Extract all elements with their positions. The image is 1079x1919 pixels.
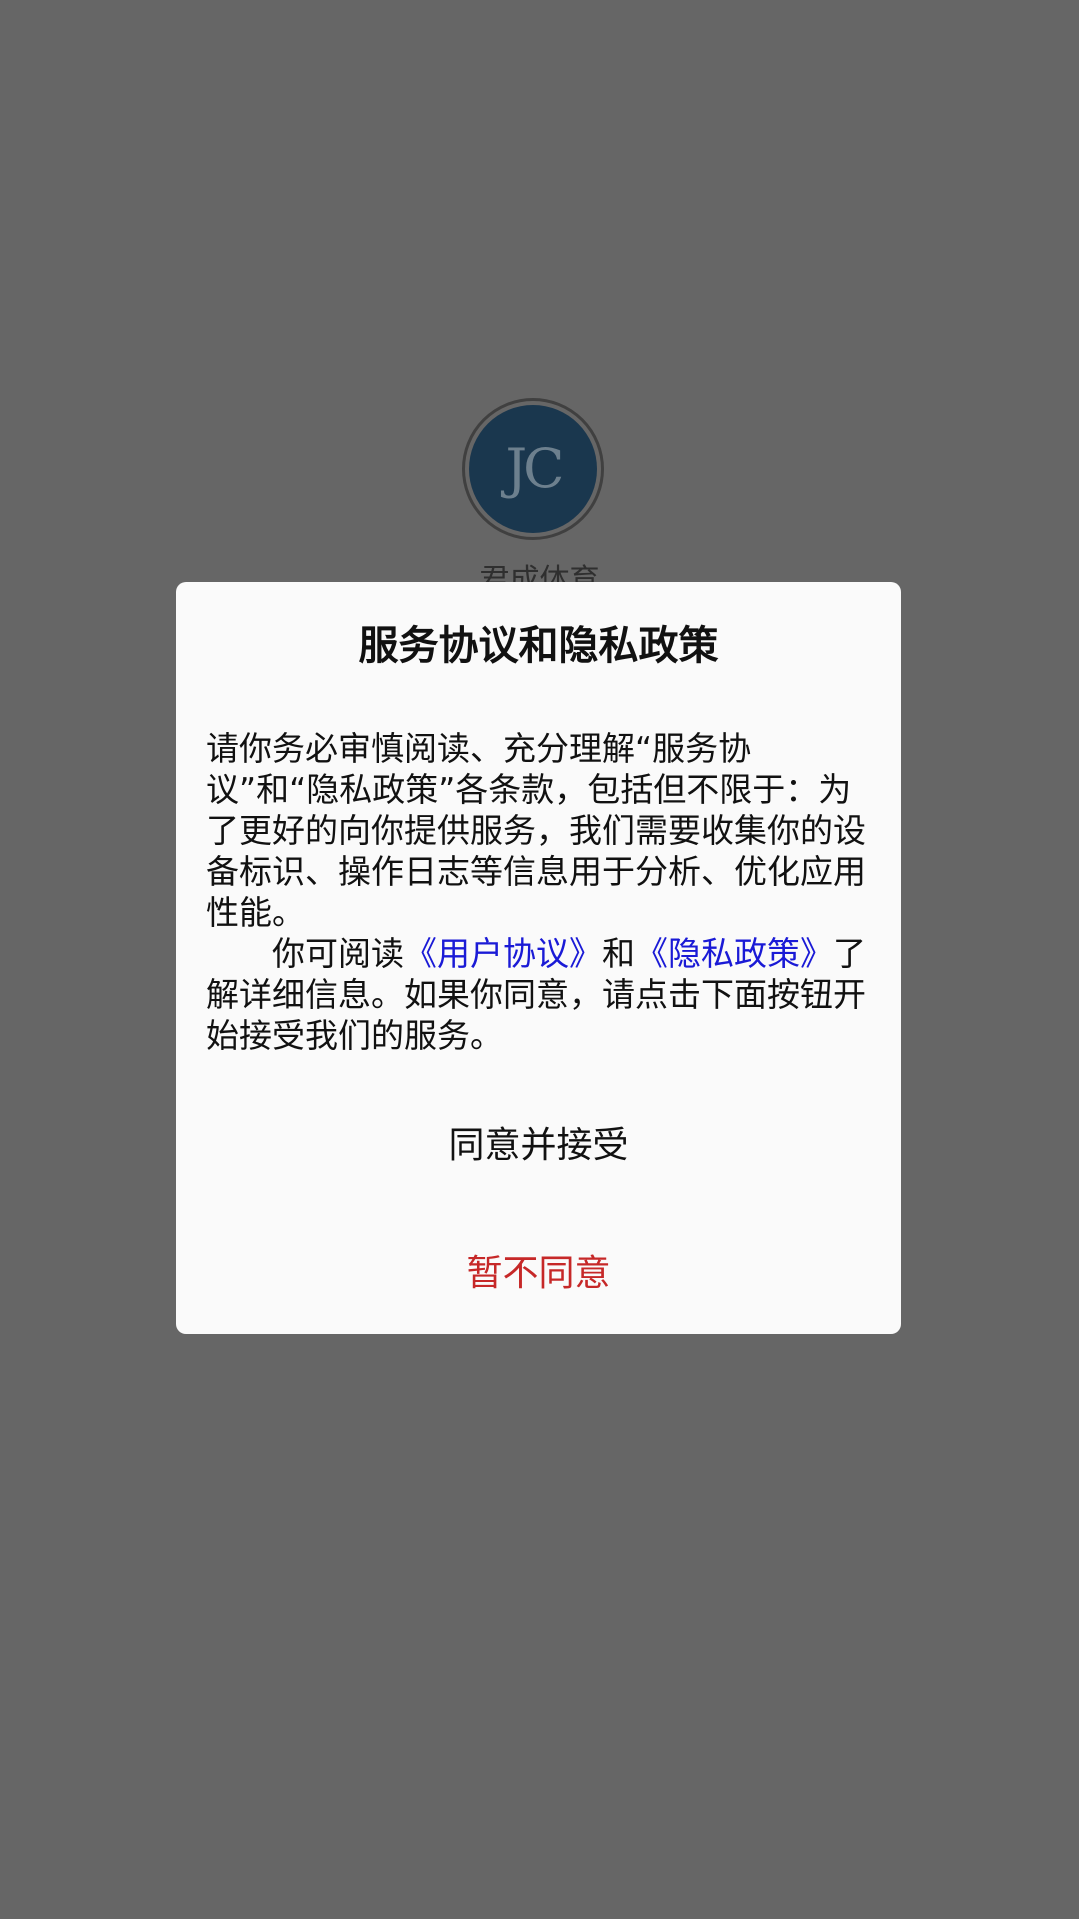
screen: JC 君成体育 JC 君成体育 服务协议和隐私政策 请你务必审慎阅读、充分理解“… <box>0 0 1079 1919</box>
decline-button[interactable]: 暂不同意 <box>206 1244 871 1296</box>
privacy-policy-link[interactable]: 《隐私政策》 <box>635 934 833 973</box>
paragraph-2-prefix: 你可阅读 <box>272 934 404 973</box>
app-logo-text-dimmed: JC <box>505 437 565 500</box>
agree-button[interactable]: 同意并接受 <box>206 1116 871 1168</box>
dialog-paragraph-2: 你可阅读《用户协议》和《隐私政策》了解详细信息。如果你同意，请点击下面按钮开始接… <box>206 933 871 1056</box>
app-logo-disc-dimmed: JC <box>469 405 597 533</box>
user-agreement-link[interactable]: 《用户协议》 <box>404 934 602 973</box>
dialog-title: 服务协议和隐私政策 <box>358 623 719 669</box>
paragraph-2-and: 和 <box>602 934 635 973</box>
app-logo-dimmed: JC <box>462 398 604 540</box>
dialog-paragraph-1: 请你务必审慎阅读、充分理解“服务协议”和“隐私政策”各条款，包括但不限于：为了更… <box>206 729 866 932</box>
privacy-dialog: 服务协议和隐私政策 请你务必审慎阅读、充分理解“服务协议”和“隐私政策”各条款，… <box>176 582 901 1334</box>
dialog-body: 请你务必审慎阅读、充分理解“服务协议”和“隐私政策”各条款，包括但不限于：为了更… <box>206 728 871 1056</box>
